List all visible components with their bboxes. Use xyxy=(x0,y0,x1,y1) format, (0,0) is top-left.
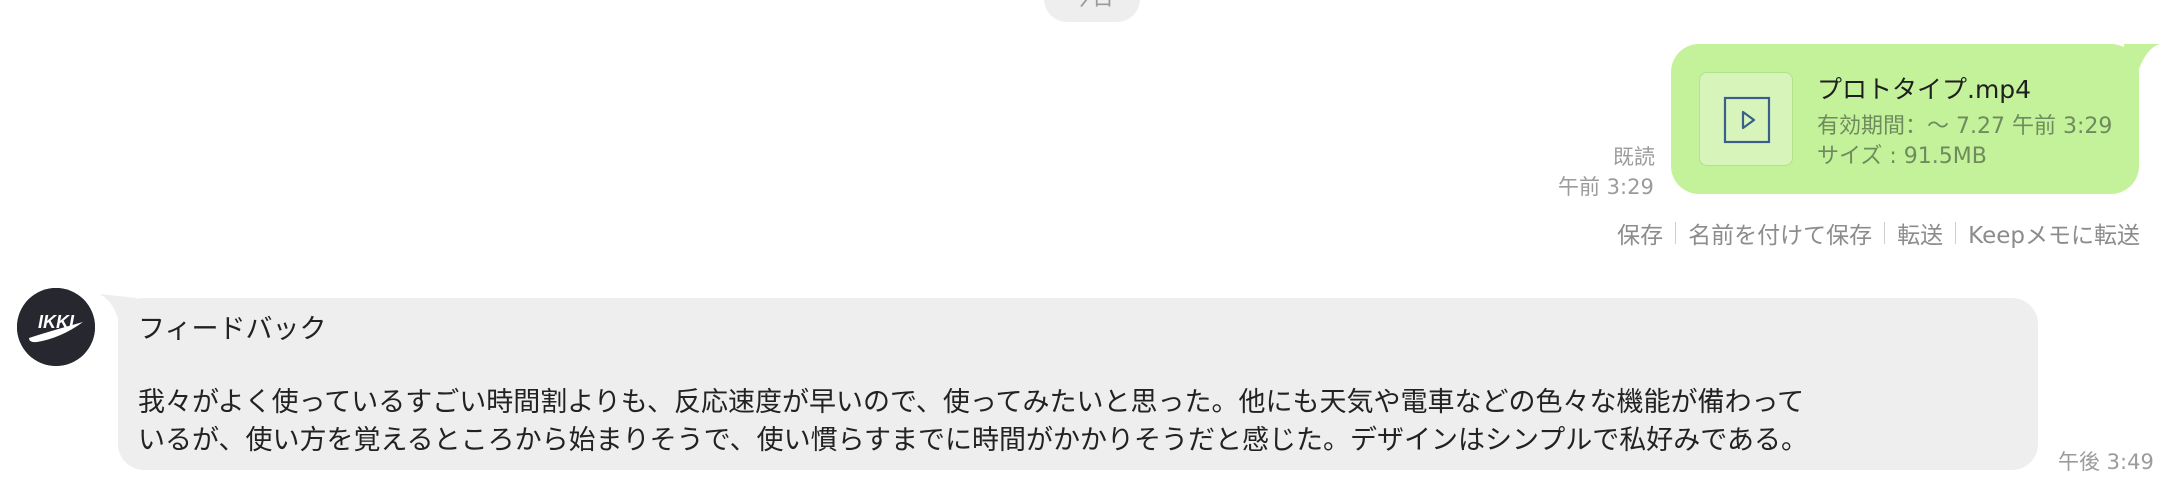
file-expiry: 有効期間：〜 7.27 午前 3:29 xyxy=(1817,114,2113,139)
file-name: プロトタイプ.mp4 xyxy=(1817,75,2032,104)
message-body: 我々がよく使っているすごい時間割よりも、反応速度が早いので、使ってみたいと思った… xyxy=(138,384,2018,460)
date-separator: 今日 xyxy=(1044,0,1140,22)
svg-text:IKKI: IKKI xyxy=(38,312,75,332)
outgoing-file-bubble[interactable]: プロトタイプ.mp4 有効期間：〜 7.27 午前 3:29 サイズ : 91.… xyxy=(1671,44,2139,194)
file-actions: 保存 名前を付けて保存 転送 Keepメモに転送 xyxy=(1617,216,2140,250)
divider xyxy=(1884,222,1886,244)
message-title: フィードバック xyxy=(138,314,327,345)
message-line: 我々がよく使っているすごい時間割よりも、反応速度が早いので、使ってみたいと思った… xyxy=(138,387,1805,418)
divider xyxy=(1955,222,1957,244)
chat-view: 今日 既読 午前 3:29 プロトタイプ.mp4 有効期間：〜 7.27 午前 … xyxy=(0,0,2184,494)
video-thumbnail[interactable] xyxy=(1699,72,1793,166)
file-size: サイズ : 91.5MB xyxy=(1817,144,1987,169)
save-link[interactable]: 保存 xyxy=(1617,216,1663,250)
forward-link[interactable]: 転送 xyxy=(1897,216,1943,250)
avatar[interactable]: IKKI xyxy=(17,288,95,366)
play-icon[interactable] xyxy=(1723,96,1771,144)
read-status: 既読 xyxy=(1613,145,1655,169)
save-as-link[interactable]: 名前を付けて保存 xyxy=(1688,216,1872,250)
avatar-logo-icon: IKKI xyxy=(17,288,95,366)
divider xyxy=(1675,222,1677,244)
message-line: いるが、使い方を覚えるところから始まりそうで、使い慣らすまでに時間がかかりそうだ… xyxy=(138,425,1808,456)
incoming-time: 午後 3:49 xyxy=(2058,450,2154,474)
outgoing-time: 午前 3:29 xyxy=(1558,175,1654,199)
incoming-message-bubble[interactable]: フィードバック 我々がよく使っているすごい時間割よりも、反応速度が早いので、使っ… xyxy=(118,298,2038,470)
forward-to-keep-link[interactable]: Keepメモに転送 xyxy=(1968,216,2140,250)
